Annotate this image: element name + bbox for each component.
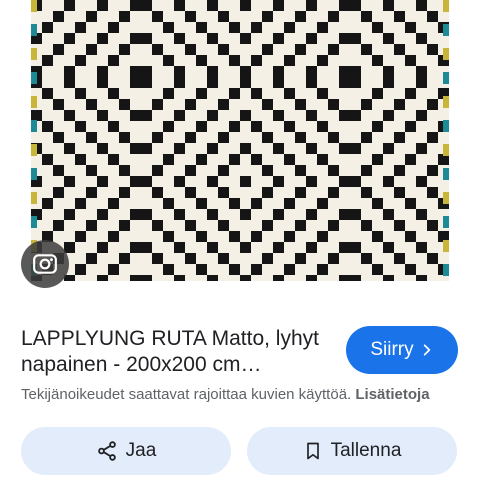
visit-label: Siirry [370,339,414,360]
share-button[interactable]: Jaa [21,427,231,475]
lens-icon [32,251,58,277]
rug-image[interactable] [31,0,449,281]
copyright-notice: Tekijänoikeudet saattavat rajoittaa kuvi… [21,386,471,403]
visit-button[interactable]: Siirry [346,326,458,374]
rug-pattern [31,0,449,281]
chevron-right-icon [420,343,434,357]
google-lens-button[interactable] [21,240,69,288]
result-title[interactable]: LAPPLYUNG RUTA Matto, lyhyt napainen - 2… [21,326,339,378]
save-label: Tallenna [330,440,402,461]
learn-more-link[interactable]: Lisätietoja [355,386,429,403]
share-icon [96,440,118,462]
bookmark-icon [303,440,323,462]
copyright-text: Tekijänoikeudet saattavat rajoittaa kuvi… [21,386,356,403]
share-label: Jaa [125,440,157,461]
result-image-area[interactable] [0,0,480,300]
save-button[interactable]: Tallenna [247,427,457,475]
